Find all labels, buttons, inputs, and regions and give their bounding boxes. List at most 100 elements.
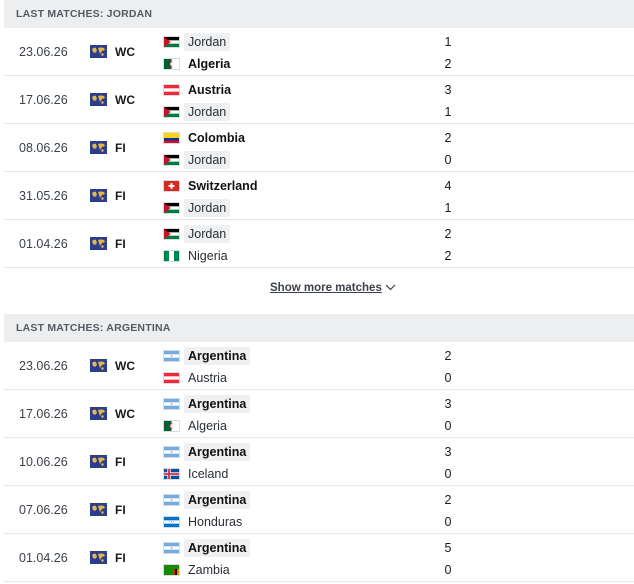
away-team-name: Algeria: [188, 419, 227, 433]
jordan-flag-icon: [163, 228, 180, 240]
jordan-flag-icon: [163, 36, 180, 48]
match-row[interactable]: 07.06.26 FI Argentina 2 Honduras 0: [4, 486, 634, 534]
match-row[interactable]: 31.05.26 FI Switzerland 4 Jordan 1: [4, 172, 634, 220]
match-row[interactable]: 01.04.26 FI Jordan 2 Nigeria 2: [4, 220, 634, 268]
chevron-down-icon: [385, 285, 396, 291]
competition-label: WC: [115, 407, 135, 421]
away-score: 0: [444, 153, 452, 167]
home-team-name: Argentina: [184, 491, 251, 509]
away-team-name: Jordan: [184, 199, 231, 217]
competition-label: FI: [115, 141, 126, 155]
competition-icon: [90, 551, 107, 564]
away-team-name: Jordan: [184, 103, 231, 121]
competition-label: FI: [115, 189, 126, 203]
match-date: 01.04.26: [19, 551, 68, 565]
away-score: 0: [444, 563, 452, 577]
match-date: 07.06.26: [19, 503, 68, 517]
away-team-name: Austria: [188, 371, 227, 385]
argentina-flag-icon: [163, 398, 180, 410]
argentina-flag-icon: [163, 542, 180, 554]
competition-icon: [90, 407, 107, 420]
home-score: 2: [444, 227, 452, 241]
away-score: 0: [444, 467, 452, 481]
competition-icon: [90, 189, 107, 202]
austria-flag-icon: [163, 372, 180, 384]
home-team-name: Jordan: [184, 225, 231, 243]
home-team-name: Switzerland: [188, 179, 258, 193]
honduras-flag-icon: [163, 516, 180, 528]
world-map-icon: [90, 189, 107, 202]
competition-icon: [90, 503, 107, 516]
away-score: 2: [444, 249, 452, 263]
away-team-name: Honduras: [188, 515, 243, 529]
jordan-flag-icon: [163, 154, 180, 166]
match-row[interactable]: 23.06.26 WC Argentina 2 Austria 0: [4, 342, 634, 390]
match-date: 01.04.26: [19, 237, 68, 251]
section-header-jordan: LAST MATCHES: JORDAN: [4, 0, 634, 28]
competition-label: WC: [115, 45, 135, 59]
away-score: 0: [444, 371, 452, 385]
match-date: 10.06.26: [19, 455, 68, 469]
world-map-icon: [90, 93, 107, 106]
argentina-flag-icon: [163, 446, 180, 458]
show-more-matches-link[interactable]: Show more matches: [270, 280, 396, 296]
away-team-name: Nigeria: [188, 249, 228, 263]
match-date: 23.06.26: [19, 45, 68, 59]
jordan-flag-icon: [163, 106, 180, 118]
competition-icon: [90, 359, 107, 372]
competition-icon: [90, 455, 107, 468]
competition-label: WC: [115, 93, 135, 107]
argentina-flag-icon: [163, 350, 180, 362]
home-score: 2: [444, 349, 452, 363]
switzerland-flag-icon: [163, 180, 180, 192]
home-team-name: Austria: [188, 83, 232, 97]
home-team-name: Argentina: [184, 443, 251, 461]
world-map-icon: [90, 551, 107, 564]
match-date: 08.06.26: [19, 141, 68, 155]
section-header-argentina: LAST MATCHES: ARGENTINA: [4, 314, 634, 342]
away-score: 1: [444, 201, 452, 215]
away-team-name: Algeria: [188, 57, 231, 71]
world-map-icon: [90, 455, 107, 468]
world-map-icon: [90, 45, 107, 58]
argentina-flag-icon: [163, 494, 180, 506]
match-row[interactable]: 10.06.26 FI Argentina 3 Iceland 0: [4, 438, 634, 486]
home-score: 3: [444, 397, 452, 411]
match-row[interactable]: 23.06.26 WC Jordan 1 Algeria 2: [4, 28, 634, 76]
zambia-flag-icon: [163, 564, 180, 576]
world-map-icon: [90, 359, 107, 372]
jordan-flag-icon: [163, 202, 180, 214]
match-date: 17.06.26: [19, 407, 68, 421]
competition-icon: [90, 45, 107, 58]
match-row[interactable]: 17.06.26 WC Austria 3 Jordan 1: [4, 76, 634, 124]
iceland-flag-icon: [163, 468, 180, 480]
home-team-name: Jordan: [184, 33, 231, 51]
home-team-name: Argentina: [184, 395, 251, 413]
away-score: 2: [444, 57, 452, 71]
home-score: 5: [444, 541, 452, 555]
match-row[interactable]: 17.06.26 WC Argentina 3 Algeria 0: [4, 390, 634, 438]
away-score: 0: [444, 515, 452, 529]
home-score: 3: [444, 83, 452, 97]
nigeria-flag-icon: [163, 250, 180, 262]
home-team-name: Argentina: [184, 347, 251, 365]
colombia-flag-icon: [163, 132, 180, 144]
competition-icon: [90, 141, 107, 154]
match-row[interactable]: 08.06.26 FI Colombia 2 Jordan 0: [4, 124, 634, 172]
competition-label: FI: [115, 237, 126, 251]
austria-flag-icon: [163, 84, 180, 96]
home-score: 4: [444, 179, 452, 193]
home-score: 1: [444, 35, 452, 49]
match-row[interactable]: 01.04.26 FI Argentina 5 Zambia 0: [4, 534, 634, 582]
world-map-icon: [90, 141, 107, 154]
home-team-name: Colombia: [188, 131, 245, 145]
home-score: 2: [444, 131, 452, 145]
algeria-flag-icon: [163, 420, 180, 432]
competition-label: FI: [115, 503, 126, 517]
away-team-name: Jordan: [184, 151, 231, 169]
world-map-icon: [90, 407, 107, 420]
show-more-label: Show more matches: [270, 282, 382, 294]
match-date: 31.05.26: [19, 189, 68, 203]
competition-label: FI: [115, 455, 126, 469]
world-map-icon: [90, 503, 107, 516]
